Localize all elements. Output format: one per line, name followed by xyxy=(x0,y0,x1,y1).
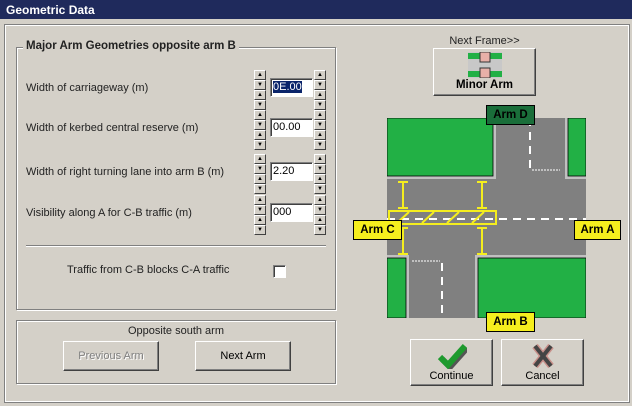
previous-arm-button[interactable]: Previous Arm xyxy=(63,341,159,371)
spin-down-icon[interactable]: ▼ xyxy=(254,164,266,174)
grass-bottom-left xyxy=(387,257,407,318)
right-spinner[interactable]: ▲ ▼ xyxy=(314,70,326,90)
left-spinner-lower[interactable]: ▲ ▼ xyxy=(254,215,266,235)
left-spinner-lower[interactable]: ▲ ▼ xyxy=(254,130,266,150)
spin-up-icon[interactable]: ▲ xyxy=(314,174,326,184)
spin-up-icon[interactable]: ▲ xyxy=(314,110,326,120)
minor-arm-label: Minor Arm xyxy=(455,79,514,91)
continue-label: Continue xyxy=(429,370,474,382)
spin-down-icon[interactable]: ▼ xyxy=(314,80,326,90)
next-arm-button[interactable]: Next Arm xyxy=(195,341,291,371)
left-spinner[interactable]: ▲ ▼ xyxy=(254,110,266,130)
spin-up-icon[interactable]: ▲ xyxy=(314,130,326,140)
spin-down-icon[interactable]: ▼ xyxy=(314,140,326,150)
cancel-button[interactable]: Cancel xyxy=(501,339,584,386)
next-frame-label: Next Frame>> xyxy=(449,35,520,47)
cancel-label: Cancel xyxy=(525,370,560,382)
spin-up-icon[interactable]: ▲ xyxy=(314,90,326,100)
left-spinner-lower[interactable]: ▲ ▼ xyxy=(254,90,266,110)
spin-down-icon[interactable]: ▼ xyxy=(314,120,326,130)
spin-down-icon[interactable]: ▼ xyxy=(314,100,326,110)
continue-button[interactable]: Continue xyxy=(410,339,493,386)
right-spinner[interactable]: ▲ ▼ xyxy=(314,110,326,130)
right-spinner-lower[interactable]: ▲ ▼ xyxy=(314,215,326,235)
spin-up-icon[interactable]: ▲ xyxy=(314,215,326,225)
right-spinner-lower[interactable]: ▲ ▼ xyxy=(314,130,326,150)
spin-down-icon[interactable]: ▼ xyxy=(314,164,326,174)
major-arm-group-title: Major Arm Geometries opposite arm B xyxy=(23,40,239,52)
left-spinner[interactable]: ▲ ▼ xyxy=(254,195,266,215)
spin-up-icon[interactable]: ▲ xyxy=(254,110,266,120)
right-spinner[interactable]: ▲ ▼ xyxy=(314,154,326,174)
blocks-traffic-label: Traffic from C-B blocks C-A traffic xyxy=(67,264,230,276)
spin-down-icon[interactable]: ▼ xyxy=(314,205,326,215)
spin-up-icon[interactable]: ▲ xyxy=(254,174,266,184)
spin-down-icon[interactable]: ▼ xyxy=(314,184,326,194)
spin-up-icon[interactable]: ▲ xyxy=(254,90,266,100)
spin-down-icon[interactable]: ▼ xyxy=(254,184,266,194)
grass-top-right xyxy=(567,118,586,177)
spin-down-icon[interactable]: ▼ xyxy=(254,140,266,150)
spin-up-icon[interactable]: ▲ xyxy=(254,154,266,164)
left-spinner[interactable]: ▲ ▼ xyxy=(254,154,266,174)
grass-bottom-right xyxy=(477,257,586,318)
right-spinner[interactable]: ▲ ▼ xyxy=(314,195,326,215)
arm-d-label: Arm D xyxy=(486,105,535,125)
field-input[interactable]: 0E.00 xyxy=(270,78,313,97)
field-input[interactable]: 000 xyxy=(270,203,313,222)
arm-b-label: Arm B xyxy=(486,312,535,332)
checkmark-icon xyxy=(437,343,469,372)
minor-arm-icon xyxy=(467,51,502,79)
window-title: Geometric Data xyxy=(6,3,95,17)
spin-down-icon[interactable]: ▼ xyxy=(254,80,266,90)
grass-top-left xyxy=(387,118,494,177)
spin-down-icon[interactable]: ▼ xyxy=(314,225,326,235)
spin-down-icon[interactable]: ▼ xyxy=(254,225,266,235)
right-spinner-lower[interactable]: ▲ ▼ xyxy=(314,90,326,110)
left-spinner-lower[interactable]: ▲ ▼ xyxy=(254,174,266,194)
minor-arm-button[interactable]: Minor Arm xyxy=(433,48,536,96)
field-label: Width of carriageway (m) xyxy=(26,82,149,94)
spin-down-icon[interactable]: ▼ xyxy=(254,100,266,110)
blocks-traffic-checkbox[interactable] xyxy=(273,265,286,278)
right-spinner-lower[interactable]: ▲ ▼ xyxy=(314,174,326,194)
arm-c-label: Arm C xyxy=(353,220,402,240)
field-input[interactable]: 00.00 xyxy=(270,118,313,137)
field-label: Width of kerbed central reserve (m) xyxy=(26,122,199,134)
field-label: Visibility along A for C-B traffic (m) xyxy=(26,207,192,219)
divider xyxy=(26,245,326,247)
spin-down-icon[interactable]: ▼ xyxy=(254,120,266,130)
spin-up-icon[interactable]: ▲ xyxy=(314,154,326,164)
field-label: Width of right turning lane into arm B (… xyxy=(26,166,225,178)
cross-icon xyxy=(531,343,554,369)
left-spinner[interactable]: ▲ ▼ xyxy=(254,70,266,90)
spin-down-icon[interactable]: ▼ xyxy=(254,205,266,215)
junction-diagram xyxy=(387,118,586,318)
spin-up-icon[interactable]: ▲ xyxy=(254,215,266,225)
field-input[interactable]: 2.20 xyxy=(270,162,313,181)
spin-up-icon[interactable]: ▲ xyxy=(314,70,326,80)
south-arm-group-title: Opposite south arm xyxy=(128,325,224,337)
arm-a-label: Arm A xyxy=(574,220,621,240)
spin-up-icon[interactable]: ▲ xyxy=(254,70,266,80)
spin-up-icon[interactable]: ▲ xyxy=(254,195,266,205)
title-bar: Geometric Data xyxy=(0,0,632,19)
spin-up-icon[interactable]: ▲ xyxy=(314,195,326,205)
spin-up-icon[interactable]: ▲ xyxy=(254,130,266,140)
